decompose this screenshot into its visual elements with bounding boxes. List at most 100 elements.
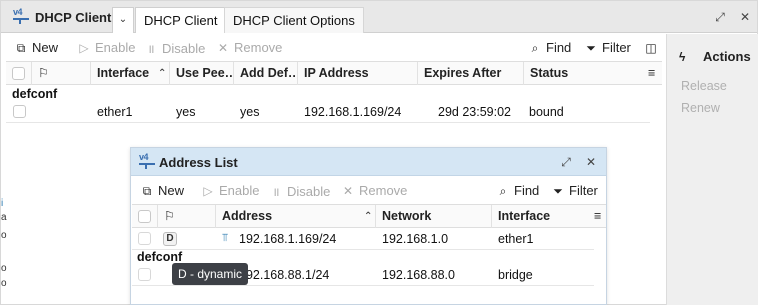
disable-button[interactable]: ॥ Disable: [144, 40, 205, 57]
enable-label: Enable: [95, 40, 136, 55]
menu-icon: ≡: [594, 209, 602, 223]
tab-dropdown-button[interactable]: ⌄: [112, 7, 134, 33]
play-icon: ▷: [203, 184, 213, 198]
flag-column-header[interactable]: ⚐: [32, 62, 91, 85]
enable-label: Enable: [219, 183, 260, 198]
filter-icon: ⏷: [586, 41, 596, 55]
stray-glyph: o: [1, 263, 7, 274]
column-address[interactable]: Address ⌃: [216, 205, 376, 228]
cell-interface: bridge: [498, 268, 533, 282]
sort-asc-icon: ⌃: [364, 211, 373, 222]
enable-button[interactable]: ▷ Enable: [77, 40, 135, 55]
dynamic-flag-badge[interactable]: D: [163, 232, 177, 246]
search-icon: ⌕: [499, 184, 507, 198]
flag-column-header[interactable]: ⚐: [158, 205, 216, 228]
column-label: Address: [222, 209, 273, 223]
new-icon: ⧉: [142, 184, 152, 198]
cell-address: 192.168.1.169/24: [239, 232, 337, 246]
filter-icon: ⏷: [553, 184, 563, 198]
filter-label: Filter: [569, 183, 598, 198]
new-button[interactable]: ⧉ New: [14, 40, 58, 56]
table-header: ⚐ Interface ⌃ Use Pee… Add Def… IP Addres…: [6, 61, 662, 85]
filter-button[interactable]: ⏷ Filter: [584, 40, 631, 56]
row-checkbox[interactable]: [138, 268, 151, 281]
close-window-button[interactable]: ✕: [737, 9, 753, 25]
group-label: defconf: [137, 250, 183, 264]
stray-glyph: o: [1, 278, 7, 289]
column-network[interactable]: Network: [376, 205, 492, 228]
enable-button[interactable]: ▷ Enable: [201, 183, 259, 198]
renew-action[interactable]: Renew: [681, 101, 720, 115]
actions-icon: ϟ: [679, 50, 686, 64]
cell-interface: ether1: [97, 105, 133, 119]
child-close-button[interactable]: ✕: [583, 154, 599, 170]
filter-button[interactable]: ⏷ Filter: [551, 183, 598, 199]
column-ip-address[interactable]: IP Address: [298, 62, 418, 85]
child-window-title: Address List: [159, 155, 238, 170]
flag-tooltip: D - dynamic: [172, 263, 249, 285]
find-button[interactable]: ⌕ Find: [528, 40, 572, 56]
flag-icon: ⚐: [164, 209, 176, 223]
remove-button[interactable]: ✕ Remove: [341, 183, 407, 198]
select-all-cell: [132, 205, 158, 228]
column-add-default[interactable]: Add Def…: [234, 62, 298, 85]
pause-icon: ॥: [147, 42, 155, 56]
play-icon: ▷: [79, 41, 89, 55]
sidebar-panel-icon: ◫: [645, 41, 657, 55]
disable-button[interactable]: ॥ Disable: [269, 183, 330, 200]
child-detach-button[interactable]: ⤢: [558, 154, 574, 170]
search-icon: ⌕: [531, 41, 539, 55]
disable-label: Disable: [162, 41, 206, 56]
expand-icon: ⤢: [561, 155, 571, 169]
find-button[interactable]: ⌕ Find: [496, 183, 540, 199]
column-status[interactable]: Status: [524, 62, 639, 85]
winbox-app-icon: v4: [139, 152, 157, 169]
new-icon: ⧉: [16, 41, 26, 55]
main-toolbar: ⧉ New ▷ Enable ॥ Disable ✕ Remove ⌕ Find ⏷ Fil…: [1, 34, 665, 62]
row-divider: [132, 249, 594, 250]
column-interface[interactable]: Interface: [492, 205, 592, 228]
child-toolbar: ⧉ New ▷ Enable ॥ Disable ✕ Remove ⌕ Find ⏷ Fil…: [131, 177, 606, 205]
window-title: DHCP Client: [35, 10, 112, 25]
window-titlebar[interactable]: v4 DHCP Client ⌄ DHCP Client DHCP Client…: [1, 1, 757, 33]
remove-button[interactable]: ✕ Remove: [216, 40, 282, 55]
tab-dhcp-client-options[interactable]: DHCP Client Options: [224, 7, 364, 33]
find-label: Find: [546, 40, 572, 55]
cell-network: 192.168.1.0: [382, 232, 449, 246]
actions-title: ϟ Actions: [679, 49, 751, 64]
filter-label: Filter: [602, 40, 631, 55]
column-interface[interactable]: Interface ⌃: [91, 62, 170, 85]
tab-dhcp-client[interactable]: DHCP Client: [135, 7, 227, 33]
pause-icon: ॥: [272, 185, 280, 199]
stray-glyph: i: [1, 198, 4, 209]
child-table-header: ⚐ Address ⌃ Network Interface ≡: [132, 204, 606, 228]
toggle-panel-button[interactable]: ◫: [644, 40, 662, 55]
x-icon: ✕: [342, 184, 354, 198]
child-titlebar[interactable]: v4 Address List ⤢ ✕: [131, 148, 606, 176]
find-label: Find: [514, 183, 540, 198]
row-checkbox[interactable]: [138, 232, 151, 245]
column-use-peer[interactable]: Use Pee…: [170, 62, 234, 85]
cell-address: 192.168.88.1/24: [239, 268, 330, 282]
dynamic-address-icon: ⫪: [222, 232, 229, 244]
stray-glyph: a: [1, 212, 7, 223]
new-label: New: [158, 183, 185, 198]
x-icon: ✕: [217, 41, 229, 55]
select-all-checkbox[interactable]: [12, 67, 25, 80]
release-action[interactable]: Release: [681, 79, 727, 93]
detach-window-button[interactable]: ⤢: [712, 9, 728, 25]
cell-network: 192.168.88.0: [382, 268, 455, 282]
sort-asc-icon: ⌃: [158, 68, 167, 79]
close-icon: ✕: [739, 10, 751, 24]
select-all-checkbox[interactable]: [138, 210, 151, 223]
column-expires-after[interactable]: Expires After: [418, 62, 524, 85]
row-checkbox[interactable]: [13, 105, 26, 118]
cell-use-peer: yes: [176, 105, 196, 119]
cell-status: bound: [529, 105, 564, 119]
cell-ip-address: 192.168.1.169/24: [304, 105, 402, 119]
select-all-cell: [6, 62, 32, 85]
menu-icon: ≡: [648, 66, 656, 80]
column-menu-button[interactable]: ≡: [592, 205, 606, 228]
column-menu-button[interactable]: ≡: [646, 62, 662, 85]
new-button[interactable]: ⧉ New: [140, 183, 184, 199]
